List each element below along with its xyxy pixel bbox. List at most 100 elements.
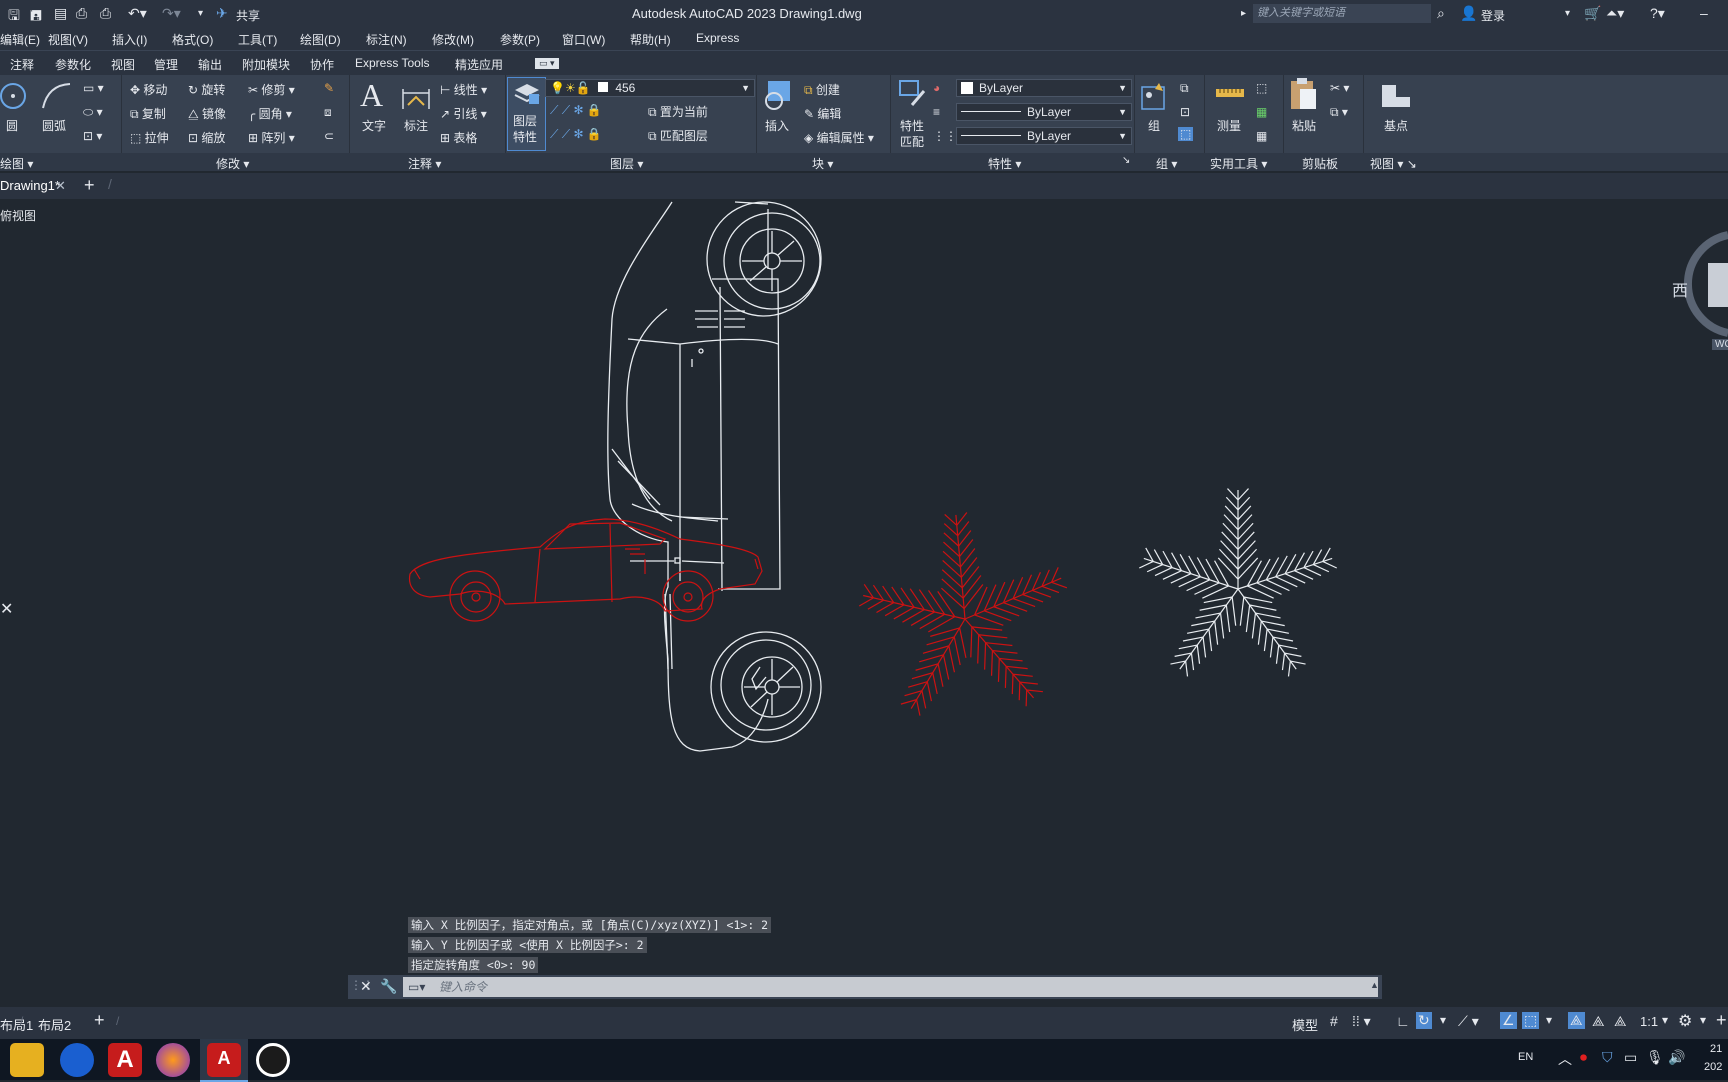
- isodraft-icon[interactable]: ⟋ ▾: [1458, 1013, 1479, 1030]
- annotation-scale-icon[interactable]: ⟁: [1614, 1013, 1627, 1030]
- help-icon[interactable]: ?▾: [1650, 5, 1665, 22]
- base-point-icon[interactable]: [1380, 83, 1412, 109]
- layer-tools-row1-icons[interactable]: ⟋ ⟋ ✻ 🔒: [550, 103, 602, 118]
- login-button[interactable]: 登录: [1481, 7, 1505, 24]
- tray-chevron-icon[interactable]: ︿: [1558, 1049, 1572, 1069]
- tab-manage[interactable]: 管理: [154, 56, 178, 73]
- drawing-canvas[interactable]: 俯视图 ✕ 西 W: [0, 199, 1728, 1007]
- close-tab-icon[interactable]: ✕: [55, 178, 66, 194]
- tray-volume-icon[interactable]: 🔊: [1668, 1049, 1685, 1066]
- dimension-button[interactable]: 标注: [404, 117, 428, 134]
- save-icon[interactable]: 🖫: [8, 5, 20, 29]
- calculator-icon[interactable]: ▦: [1256, 129, 1267, 143]
- firefox-icon[interactable]: [156, 1043, 190, 1077]
- arc-button[interactable]: 圆弧: [42, 117, 66, 134]
- record-icon[interactable]: [256, 1043, 290, 1077]
- set-current-button[interactable]: ⧉ 置为当前: [648, 103, 708, 120]
- workspace-gear-icon[interactable]: ⚙: [1678, 1011, 1692, 1031]
- autodesk-icon[interactable]: ⏶▾: [1606, 5, 1624, 22]
- ribbon-minimize-icon[interactable]: ▭ ▾: [535, 58, 559, 69]
- copy-button[interactable]: ⧉ 复制: [130, 105, 166, 122]
- explode-icon[interactable]: ⧈: [324, 105, 332, 120]
- group-button[interactable]: 组: [1148, 117, 1160, 134]
- plus-icon[interactable]: +: [1716, 1010, 1727, 1031]
- match-properties-icon[interactable]: [898, 79, 928, 107]
- panel-title-block[interactable]: 块 ▾: [812, 155, 833, 172]
- osnap-dropdown-icon[interactable]: ▾: [1546, 1013, 1552, 1027]
- rectangle-icon[interactable]: ▭ ▾: [83, 81, 104, 95]
- cut-icon[interactable]: ✂ ▾: [1330, 81, 1349, 95]
- tray-network-icon[interactable]: ▭: [1624, 1049, 1637, 1066]
- tab-parametric[interactable]: 参数化: [55, 56, 91, 73]
- copy-clip-icon[interactable]: ⧉ ▾: [1330, 105, 1348, 120]
- language-indicator[interactable]: EN: [1518, 1051, 1533, 1063]
- layout-tab-1[interactable]: 布局1: [0, 1015, 33, 1034]
- text-button[interactable]: 文字: [362, 117, 386, 134]
- export-icon[interactable]: ⎙: [76, 5, 87, 22]
- text-icon[interactable]: A: [360, 77, 383, 114]
- tray-mic-icon[interactable]: 🎙: [1646, 1049, 1664, 1066]
- linetype-dropdown[interactable]: ByLayer ▼: [956, 127, 1132, 145]
- workspace-dropdown-icon[interactable]: ▾: [1700, 1013, 1706, 1027]
- menu-help[interactable]: 帮助(H): [630, 31, 671, 48]
- ortho-icon[interactable]: ∟: [1396, 1013, 1410, 1029]
- layout-tab-2[interactable]: 布局2: [38, 1015, 71, 1034]
- paste-icon[interactable]: [1288, 77, 1318, 111]
- open-icon[interactable]: ▤: [54, 5, 67, 22]
- offset-icon[interactable]: ⊂: [324, 129, 334, 143]
- customize-wrench-icon[interactable]: 🔧: [380, 978, 397, 995]
- tab-featured-apps[interactable]: 精选应用: [455, 56, 503, 73]
- erase-icon[interactable]: ✎: [324, 81, 334, 95]
- tab-output[interactable]: 输出: [198, 56, 222, 73]
- login-dropdown-icon[interactable]: ▾: [1565, 8, 1570, 19]
- command-prompt-icon[interactable]: ▭▾: [408, 980, 425, 994]
- menu-modify[interactable]: 修改(M): [432, 31, 474, 48]
- panel-title-groups[interactable]: 组 ▾: [1156, 155, 1177, 172]
- quick-select-icon[interactable]: ⬚: [1256, 81, 1267, 95]
- panel-title-layers[interactable]: 图层 ▾: [610, 155, 643, 172]
- measure-icon[interactable]: [1214, 85, 1246, 103]
- menu-window[interactable]: 窗口(W): [562, 31, 605, 48]
- arc-icon[interactable]: [40, 81, 72, 111]
- print-icon[interactable]: ⎙: [100, 5, 111, 22]
- polar-icon[interactable]: ↻: [1416, 1012, 1432, 1029]
- lineweight-dropdown[interactable]: ByLayer ▼: [956, 103, 1132, 121]
- menu-draw[interactable]: 绘图(D): [300, 31, 341, 48]
- polar-dropdown-icon[interactable]: ▾: [1440, 1013, 1446, 1027]
- trim-button[interactable]: ✂ 修剪 ▾: [248, 81, 295, 98]
- stretch-button[interactable]: ⬚ 拉伸: [130, 129, 169, 146]
- tab-express-tools[interactable]: Express Tools: [355, 56, 429, 70]
- object-snap-tracking-icon[interactable]: ∠: [1500, 1012, 1517, 1029]
- cart-icon[interactable]: 🛒: [1584, 5, 1601, 22]
- object-snap-icon[interactable]: ⬚: [1522, 1012, 1540, 1029]
- annotation-visibility-icon[interactable]: ⟁: [1568, 1012, 1585, 1029]
- group-select-icon[interactable]: ⬚: [1178, 127, 1194, 141]
- search-icon[interactable]: ⌕: [1437, 5, 1445, 22]
- customize-icon[interactable]: ▾: [198, 8, 203, 19]
- menu-format[interactable]: 格式(O): [172, 31, 213, 48]
- taskbar-active-item[interactable]: A: [200, 1039, 248, 1082]
- match-layer-button[interactable]: ⧉ 匹配图层: [648, 127, 708, 144]
- base-point-button[interactable]: 基点: [1384, 117, 1408, 134]
- snap-icon[interactable]: ⁞⁞ ▾: [1352, 1013, 1371, 1030]
- edit-attributes-button[interactable]: ◈ 编辑属性 ▾: [804, 129, 874, 146]
- redo-icon[interactable]: ↷▾: [162, 5, 181, 22]
- share-icon[interactable]: ✈: [216, 5, 228, 22]
- boundary-icon[interactable]: ⊡ ▾: [83, 129, 102, 143]
- menu-dimension[interactable]: 标注(N): [366, 31, 407, 48]
- new-tab-button[interactable]: +: [84, 175, 95, 196]
- scale-button[interactable]: ⊡ 缩放: [188, 129, 225, 146]
- clock-date[interactable]: 202: [1704, 1061, 1722, 1073]
- properties-launcher-icon[interactable]: ↘: [1122, 155, 1130, 166]
- save-as-icon[interactable]: 🖪: [30, 5, 42, 29]
- command-input[interactable]: 键入命令: [403, 977, 1378, 997]
- linear-dim-button[interactable]: ⊢ 线性 ▾: [440, 81, 487, 98]
- tab-collaborate[interactable]: 协作: [310, 56, 334, 73]
- match-properties-label2[interactable]: 匹配: [900, 133, 924, 150]
- tab-annotate[interactable]: 注释: [10, 56, 34, 73]
- undo-icon[interactable]: ↶▾: [128, 5, 147, 22]
- select-all-icon[interactable]: ▦: [1256, 105, 1267, 119]
- expand-search-icon[interactable]: ▸: [1241, 8, 1246, 19]
- move-button[interactable]: ✥ 移动: [130, 81, 167, 98]
- menu-insert[interactable]: 插入(I): [112, 31, 147, 48]
